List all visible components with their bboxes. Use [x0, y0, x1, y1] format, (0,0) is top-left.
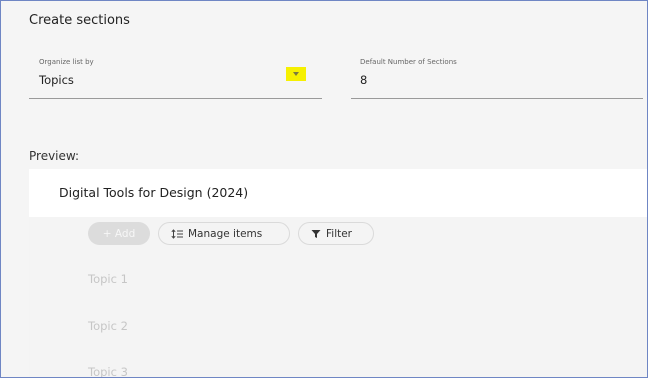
sections-field-value: 8 — [360, 73, 368, 87]
manage-items-button[interactable]: Manage items — [158, 222, 290, 245]
default-number-of-sections-field[interactable]: Default Number of Sections 8 — [351, 55, 643, 99]
panel-title: Create sections — [29, 13, 130, 28]
chevron-down-icon[interactable] — [286, 67, 306, 81]
sort-list-icon — [171, 228, 183, 239]
organize-field-value: Topics — [39, 73, 74, 87]
filter-button[interactable]: Filter — [298, 222, 374, 245]
manage-items-label: Manage items — [188, 227, 263, 240]
preview-card-header: Digital Tools for Design (2024) — [29, 169, 647, 217]
filter-funnel-icon — [311, 229, 321, 238]
sections-field-label: Default Number of Sections — [360, 58, 457, 66]
topic-item: Topic 3 — [88, 365, 128, 378]
topic-item: Topic 2 — [88, 319, 128, 333]
topic-item: Topic 1 — [88, 272, 128, 286]
add-button-label: + Add — [102, 227, 136, 240]
add-button[interactable]: + Add — [88, 222, 150, 245]
organize-field-label: Organize list by — [39, 58, 94, 66]
preview-card-title: Digital Tools for Design (2024) — [59, 185, 249, 200]
preview-label: Preview: — [29, 149, 80, 163]
create-sections-panel: Create sections Organize list by Topics … — [0, 0, 648, 378]
filter-label: Filter — [326, 227, 353, 240]
preview-card: Digital Tools for Design (2024) + Add Ma… — [29, 169, 647, 378]
organize-list-by-select[interactable]: Organize list by Topics — [29, 55, 322, 99]
